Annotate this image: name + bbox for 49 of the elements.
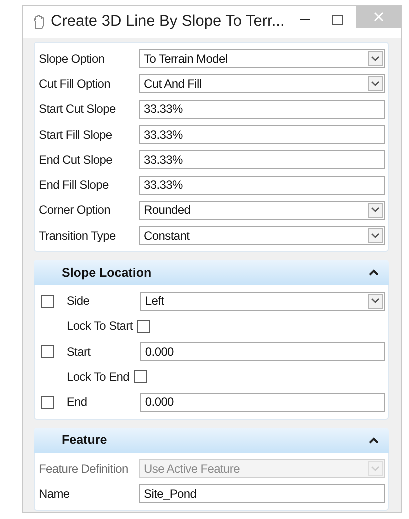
checkbox[interactable] bbox=[41, 294, 54, 308]
collapse-icon[interactable] bbox=[369, 269, 379, 276]
caret-icon bbox=[368, 202, 383, 218]
section-title: Feature bbox=[62, 433, 108, 448]
minimize-icon bbox=[300, 19, 310, 21]
input-field[interactable]: 0.000 bbox=[140, 342, 385, 362]
field-label: Transition Type bbox=[39, 228, 117, 243]
dropdown[interactable]: To Terrain Model bbox=[139, 49, 385, 68]
field-label: Name bbox=[39, 486, 71, 501]
input-field[interactable]: 33.33% bbox=[139, 125, 385, 144]
field-label: Slope Option bbox=[39, 52, 106, 66]
checkbox[interactable] bbox=[41, 396, 54, 409]
dropdown[interactable]: Left bbox=[140, 292, 385, 311]
input-field[interactable]: 33.33% bbox=[139, 150, 385, 170]
field-label: Corner Option bbox=[39, 203, 112, 218]
field-label: Start Fill Slope bbox=[39, 128, 114, 142]
section-header[interactable]: Feature bbox=[34, 428, 389, 453]
field-label: Side bbox=[66, 294, 91, 308]
input-field[interactable]: 0.000 bbox=[140, 392, 385, 412]
checkbox-label: Lock To End bbox=[67, 370, 130, 384]
window-title: Create 3D Line By Slope To Terr... bbox=[51, 13, 286, 31]
field-label: Start Cut Slope bbox=[39, 102, 117, 116]
dropdown[interactable]: Constant bbox=[139, 226, 385, 246]
dropdown[interactable]: Cut And Fill bbox=[139, 74, 385, 94]
field-label: Start bbox=[66, 344, 92, 359]
checkbox-label: Lock To Start bbox=[67, 319, 133, 334]
caret-icon bbox=[368, 228, 383, 244]
checkbox[interactable] bbox=[41, 345, 54, 358]
caret-icon bbox=[368, 51, 383, 66]
field-label: End bbox=[66, 395, 88, 410]
checkbox[interactable] bbox=[134, 370, 147, 384]
close-icon bbox=[374, 12, 384, 22]
section-header[interactable]: Slope Location bbox=[34, 260, 389, 286]
collapse-icon[interactable] bbox=[369, 436, 379, 444]
section-title: Slope Location bbox=[62, 266, 152, 280]
input-field[interactable]: Site_Pond bbox=[139, 484, 385, 504]
maximize-icon bbox=[332, 15, 342, 25]
checkbox[interactable] bbox=[136, 320, 150, 333]
caret-icon bbox=[368, 76, 383, 92]
field-label: End Fill Slope bbox=[39, 178, 110, 192]
dropdown[interactable]: Rounded bbox=[139, 200, 385, 220]
field-label: Feature Definition bbox=[39, 462, 130, 476]
caret-icon bbox=[368, 461, 383, 476]
caret-icon bbox=[368, 294, 383, 309]
field-label: End Cut Slope bbox=[39, 152, 114, 167]
input-field[interactable]: 33.33% bbox=[139, 100, 385, 119]
field-label: Cut Fill Option bbox=[39, 76, 112, 91]
input-field[interactable]: 33.33% bbox=[139, 176, 385, 195]
hand-icon bbox=[33, 14, 45, 30]
